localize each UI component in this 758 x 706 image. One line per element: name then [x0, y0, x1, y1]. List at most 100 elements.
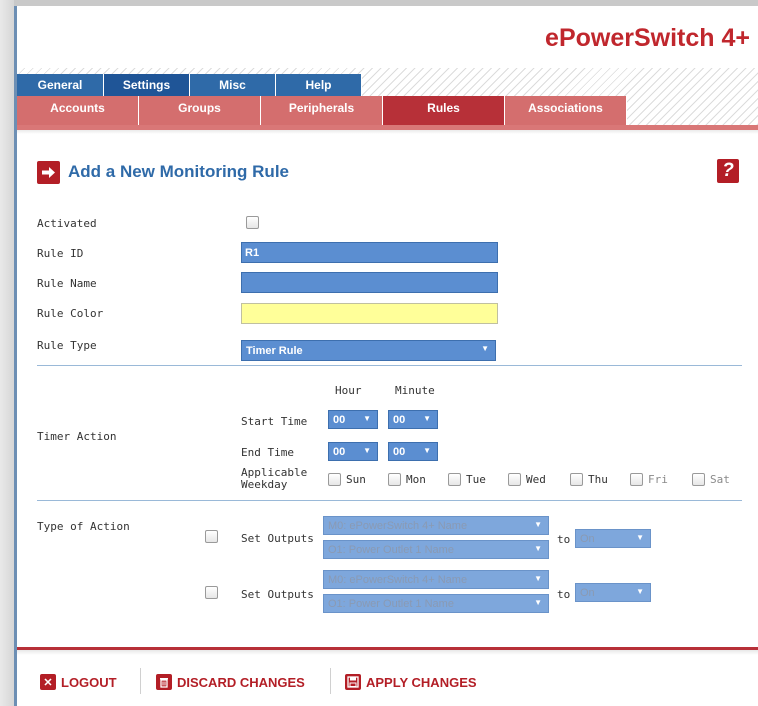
rule-color-field[interactable] [241, 303, 498, 324]
action-row1-module-value: M0: ePowerSwitch 4+ Name [328, 519, 468, 532]
chevron-down-icon: ▼ [423, 414, 431, 423]
start-time-label: Start Time [241, 415, 308, 428]
action-row2-outlet-select[interactable]: O1: Power Outlet 1 Name ▼ [323, 594, 549, 613]
chevron-down-icon: ▼ [636, 587, 644, 596]
help-icon[interactable]: ? [717, 159, 739, 183]
rule-type-label: Rule Type [37, 339, 97, 352]
action-row2-module-select[interactable]: M0: ePowerSwitch 4+ Name ▼ [323, 570, 549, 589]
chevron-down-icon: ▼ [636, 533, 644, 542]
chevron-down-icon: ▼ [534, 574, 542, 583]
weekday-wed-label: Wed [526, 473, 546, 486]
nav-shadow [17, 130, 758, 134]
action-row2-state-value: On [580, 586, 595, 599]
weekday-sun[interactable]: Sun [328, 473, 366, 486]
subtab-accounts[interactable]: Accounts [17, 96, 139, 125]
weekday-tue[interactable]: Tue [448, 473, 486, 486]
weekday-label-line2: Weekday [241, 478, 288, 491]
type-of-action-label: Type of Action [37, 520, 130, 533]
hour-header: Hour [335, 384, 362, 397]
action-row1-label: Set Outputs [241, 532, 314, 545]
footer-separator [330, 668, 331, 694]
footer-shadow [17, 650, 758, 655]
tab-help[interactable]: Help [276, 74, 362, 96]
chevron-down-icon: ▼ [363, 414, 371, 423]
window-frame-left [0, 0, 14, 706]
chevron-down-icon: ▼ [534, 520, 542, 529]
discard-changes-button[interactable]: DISCARD CHANGES [156, 672, 305, 692]
rule-type-select[interactable]: Timer Rule ▼ [241, 340, 496, 361]
rule-name-field[interactable] [241, 272, 498, 293]
end-hour-select[interactable]: 00 ▼ [328, 442, 378, 461]
weekday-sun-label: Sun [346, 473, 366, 486]
main-tabs: General Settings Misc Help [17, 74, 362, 96]
activated-label: Activated [37, 217, 97, 230]
weekday-thu-label: Thu [588, 473, 608, 486]
end-hour-value: 00 [333, 445, 346, 458]
rule-name-label: Rule Name [37, 277, 97, 290]
subtab-rules[interactable]: Rules [383, 96, 505, 125]
checkbox-icon [570, 473, 583, 486]
brand-part2: Switch 4+ [633, 24, 750, 52]
action-row2-outlet-value: O1: Power Outlet 1 Name [328, 597, 454, 610]
save-icon [345, 674, 361, 690]
checkbox-icon [448, 473, 461, 486]
page-title: Add a New Monitoring Rule [68, 162, 289, 181]
brand-logo: ePowerSwitch 4+ [545, 24, 750, 53]
weekday-tue-label: Tue [466, 473, 486, 486]
tab-misc[interactable]: Misc [190, 74, 276, 96]
tab-settings[interactable]: Settings [104, 74, 190, 96]
start-minute-select[interactable]: 00 ▼ [388, 410, 438, 429]
action-row1-module-select[interactable]: M0: ePowerSwitch 4+ Name ▼ [323, 516, 549, 535]
weekday-sat[interactable]: Sat [692, 473, 730, 486]
start-minute-value: 00 [393, 413, 406, 426]
checkbox-icon [508, 473, 521, 486]
chevron-down-icon: ▼ [423, 446, 431, 455]
logout-button[interactable]: ✕ LOGOUT [40, 672, 117, 692]
action-row2-state-select[interactable]: On ▼ [575, 583, 651, 602]
apply-changes-button[interactable]: APPLY CHANGES [345, 672, 477, 692]
page: ePowerSwitch 4+ General Settings Misc He… [17, 6, 758, 706]
subtab-peripherals[interactable]: Peripherals [261, 96, 383, 125]
checkbox-icon [388, 473, 401, 486]
chevron-down-icon: ▼ [534, 598, 542, 607]
end-minute-select[interactable]: 00 ▼ [388, 442, 438, 461]
subtab-groups[interactable]: Groups [139, 96, 261, 125]
logout-label: LOGOUT [61, 674, 117, 690]
action-row1-checkbox[interactable] [205, 530, 218, 543]
chevron-down-icon: ▼ [534, 544, 542, 553]
action-row2-label: Set Outputs [241, 588, 314, 601]
checkbox-icon [630, 473, 643, 486]
tab-general[interactable]: General [17, 74, 104, 96]
checkbox-icon [328, 473, 341, 486]
start-hour-select[interactable]: 00 ▼ [328, 410, 378, 429]
arrow-right-icon [37, 160, 60, 184]
discard-changes-label: DISCARD CHANGES [177, 674, 305, 690]
checkbox-icon [692, 473, 705, 486]
rule-color-label: Rule Color [37, 307, 104, 320]
action-row1-outlet-select[interactable]: O1: Power Outlet 1 Name ▼ [323, 540, 549, 559]
action-row1-state-select[interactable]: On ▼ [575, 529, 651, 548]
chevron-down-icon: ▼ [481, 344, 489, 353]
apply-changes-label: APPLY CHANGES [366, 674, 477, 690]
action-row2-to: to [557, 588, 571, 601]
close-icon: ✕ [40, 674, 56, 690]
rule-type-value: Timer Rule [246, 344, 303, 357]
subtab-associations[interactable]: Associations [505, 96, 627, 125]
section-divider [37, 500, 742, 501]
rule-id-label: Rule ID [37, 247, 84, 260]
weekday-mon[interactable]: Mon [388, 473, 426, 486]
weekday-fri[interactable]: Fri [630, 473, 668, 486]
action-row2-checkbox[interactable] [205, 586, 218, 599]
action-row1-state-value: On [580, 532, 595, 545]
rule-id-field[interactable]: R1 [241, 242, 498, 263]
weekday-wed[interactable]: Wed [508, 473, 546, 486]
section-divider [37, 365, 742, 366]
weekday-thu[interactable]: Thu [570, 473, 608, 486]
chevron-down-icon: ▼ [363, 446, 371, 455]
activated-checkbox[interactable] [246, 216, 259, 229]
weekday-sat-label: Sat [710, 473, 730, 486]
timer-action-label: Timer Action [37, 430, 117, 443]
minute-header: Minute [395, 384, 435, 397]
brand-part1: ePower [545, 24, 634, 52]
end-time-label: End Time [241, 446, 294, 459]
